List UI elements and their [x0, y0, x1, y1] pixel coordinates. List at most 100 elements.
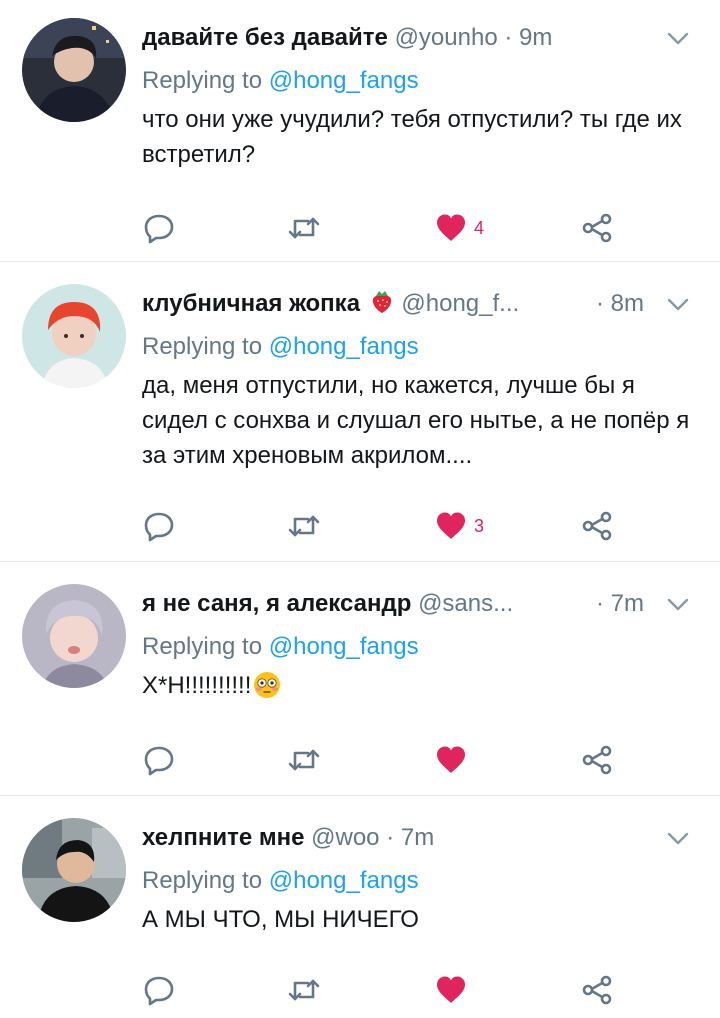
user-avatar-icon: [22, 584, 126, 688]
timestamp[interactable]: 8m: [611, 290, 644, 317]
strawberry-emoji-icon: [372, 291, 391, 313]
reply-button[interactable]: [142, 506, 176, 546]
like-count: 3: [474, 515, 485, 536]
tweet-text: А МЫ ЧТО, МЫ НИЧЕГО: [142, 906, 419, 933]
heart-icon: [437, 976, 465, 1003]
retweet-button[interactable]: [286, 970, 322, 1010]
user-handle[interactable]: @hong_f...: [401, 290, 519, 317]
chevron-down-icon[interactable]: [664, 24, 692, 52]
tweet-header: давайте без давайте @younho · 9m: [142, 18, 700, 58]
like-button[interactable]: [434, 740, 474, 780]
replying-to-label: Replying to: [142, 67, 263, 94]
user-avatar-icon: [22, 284, 126, 388]
avatar[interactable]: [22, 818, 126, 922]
avatar[interactable]: [22, 584, 126, 688]
tweet-text: Х*Н!!!!!!!!!!: [142, 672, 252, 699]
share-button[interactable]: [580, 506, 614, 546]
tweet-header: клубничная жопка @hong_f... · 8m: [142, 284, 700, 324]
tweet-header: я не саня, я александр @sans... · 7m: [142, 584, 700, 624]
share-button[interactable]: [580, 970, 614, 1010]
separator-dot: ·: [386, 824, 395, 851]
timestamp[interactable]: 7m: [401, 824, 434, 851]
separator-dot: ·: [595, 590, 604, 617]
reply-button[interactable]: [142, 208, 176, 248]
user-handle[interactable]: @sans...: [418, 590, 513, 617]
replying-to-handle-link[interactable]: @hong_fangs: [269, 333, 419, 360]
tweet-actions: [142, 740, 622, 780]
tweet-actions: 4: [142, 208, 622, 248]
replying-to: Replying to @hong_fangs: [142, 330, 700, 364]
avatar[interactable]: [22, 284, 126, 388]
like-button[interactable]: 3: [434, 506, 484, 546]
reply-icon: [144, 512, 174, 542]
avatar[interactable]: [22, 18, 126, 122]
timestamp-group: · 7m: [596, 584, 644, 624]
retweet-icon: [288, 217, 320, 239]
tweet[interactable]: я не саня, я александр @sans... · 7m Rep…: [0, 562, 720, 796]
user-avatar-icon: [22, 18, 126, 122]
replying-to: Replying to @hong_fangs: [142, 630, 700, 664]
replying-to-label: Replying to: [142, 333, 263, 360]
display-name[interactable]: хелпните мне: [142, 824, 304, 851]
share-icon: [582, 213, 612, 243]
chevron-down-icon[interactable]: [664, 590, 692, 618]
tweet-header: хелпните мне @woo · 7m: [142, 818, 700, 858]
display-name[interactable]: клубничная жопка: [142, 290, 360, 317]
timestamp[interactable]: 9m: [519, 24, 552, 51]
user-handle[interactable]: @woo: [311, 824, 379, 851]
reply-button[interactable]: [142, 970, 176, 1010]
user-avatar-icon: [22, 818, 126, 922]
retweet-button[interactable]: [286, 208, 322, 248]
reply-icon: [144, 976, 174, 1006]
like-button[interactable]: 4: [434, 208, 484, 248]
flushed-face-emoji-icon: [254, 672, 281, 698]
heart-icon: [437, 746, 465, 773]
share-button[interactable]: [580, 208, 614, 248]
tweet-text: что они уже учудили? тебя отпустили? ты …: [142, 106, 682, 168]
share-icon: [582, 975, 612, 1005]
display-name[interactable]: я не саня, я александр: [142, 590, 411, 617]
heart-icon: [437, 214, 465, 241]
timestamp[interactable]: 7m: [611, 590, 644, 617]
tweet-actions: [142, 970, 622, 1010]
tweet-text-container: Х*Н!!!!!!!!!!: [142, 668, 702, 703]
retweet-icon: [288, 749, 320, 771]
tweet-content: давайте без давайте @younho · 9m Replyin…: [142, 18, 700, 172]
tweet-content: хелпните мне @woo · 7m Replying to @hong…: [142, 818, 700, 937]
replying-to: Replying to @hong_fangs: [142, 864, 700, 898]
display-name[interactable]: давайте без давайте: [142, 24, 388, 51]
reply-icon: [144, 746, 174, 776]
reply-button[interactable]: [142, 740, 176, 780]
retweet-icon: [288, 515, 320, 537]
heart-icon: [437, 512, 465, 539]
tweet[interactable]: давайте без давайте @younho · 9m Replyin…: [0, 0, 720, 262]
reply-icon: [144, 214, 174, 244]
like-count: 4: [474, 217, 485, 238]
replying-to-label: Replying to: [142, 633, 263, 660]
tweet[interactable]: клубничная жопка @hong_f... · 8m Replyin…: [0, 262, 720, 562]
tweet-content: клубничная жопка @hong_f... · 8m Replyin…: [142, 284, 700, 473]
tweet[interactable]: хелпните мне @woo · 7m Replying to @hong…: [0, 796, 720, 1018]
like-button[interactable]: [434, 970, 474, 1010]
separator-dot: ·: [504, 24, 513, 51]
chevron-down-icon[interactable]: [664, 824, 692, 852]
share-icon: [582, 745, 612, 775]
tweet-text: да, меня отпустили, но кажется, лучше бы…: [142, 372, 690, 469]
replying-to-label: Replying to: [142, 867, 263, 894]
replying-to-handle-link[interactable]: @hong_fangs: [269, 67, 419, 94]
chevron-down-icon[interactable]: [664, 290, 692, 318]
share-button[interactable]: [580, 740, 614, 780]
timestamp-group: · 8m: [596, 284, 644, 324]
reply-thread: давайте без давайте @younho · 9m Replyin…: [0, 0, 720, 1018]
tweet-content: я не саня, я александр @sans... · 7m Rep…: [142, 584, 700, 703]
share-icon: [582, 511, 612, 541]
retweet-button[interactable]: [286, 740, 322, 780]
replying-to: Replying to @hong_fangs: [142, 64, 700, 98]
replying-to-handle-link[interactable]: @hong_fangs: [269, 867, 419, 894]
separator-dot: ·: [595, 290, 604, 317]
replying-to-handle-link[interactable]: @hong_fangs: [269, 633, 419, 660]
retweet-icon: [288, 979, 320, 1001]
user-handle[interactable]: @younho: [395, 24, 498, 51]
retweet-button[interactable]: [286, 506, 322, 546]
tweet-actions: 3: [142, 506, 622, 546]
